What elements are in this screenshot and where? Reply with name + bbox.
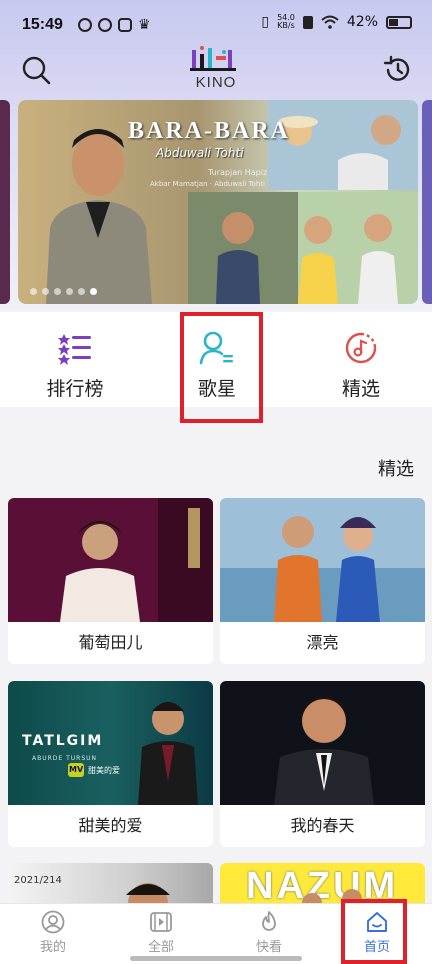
music-disc-icon <box>345 332 377 364</box>
tiktok-icon <box>118 18 132 32</box>
carousel-dot[interactable] <box>54 288 61 295</box>
carousel-dots[interactable] <box>30 288 97 295</box>
ranking-list-icon <box>58 334 91 365</box>
battery-icon <box>386 15 412 29</box>
nav-label: 我的 <box>39 940 66 955</box>
crown-icon: ♛ <box>138 17 151 33</box>
status-time: 15:49 <box>22 16 63 33</box>
battery-percent: 42% <box>346 14 378 30</box>
nav-quick-watch[interactable]: 快看 <box>234 910 304 955</box>
card-year: 2021/214 <box>14 875 62 886</box>
video-card[interactable]: 葡萄田儿 <box>8 498 213 664</box>
card-title: 我的春天 <box>290 816 355 835</box>
card-tag: 甜美的爱 <box>88 766 120 775</box>
vibrate-icon: ▯ <box>261 14 270 30</box>
profile-icon <box>41 910 65 934</box>
carousel-dot[interactable] <box>42 288 49 295</box>
card-title: 葡萄田儿 <box>78 633 143 652</box>
nav-label: 全部 <box>147 940 174 955</box>
card-thumbnail <box>8 498 213 622</box>
banner-carousel[interactable]: BARA-BARA Abduwali Tohti Turapjan Hapiz … <box>18 100 418 304</box>
highlight-box-home <box>341 899 407 964</box>
card-thumbnail: TATLGIM ABURDE TURSUN MV 甜美的爱 <box>8 681 213 805</box>
card-thumbnail <box>220 681 425 805</box>
app-notification-icon <box>98 18 112 32</box>
category-selected[interactable]: 精选 <box>316 330 406 401</box>
net-speed-unit: KB/s <box>277 21 295 30</box>
gesture-bar[interactable] <box>130 956 302 961</box>
status-bar: 15:49 ♛ ▯ 54.0 KB/s 42% <box>0 0 432 50</box>
banner-credit-2: Akbar Mamatjan · Abduwali Tohti <box>150 180 265 188</box>
banner-title: BARA-BARA <box>128 118 290 144</box>
flame-icon <box>262 911 276 931</box>
card-latin-title: TATLGIM <box>22 733 104 749</box>
banner-credit-1: Turapjan Hapiz <box>208 168 268 177</box>
card-artist-name: ABURDE TURSUN <box>32 755 98 762</box>
card-title: 甜美的爱 <box>78 816 143 835</box>
nav-label: 快看 <box>255 940 282 955</box>
video-icon <box>150 912 172 932</box>
category-label: 精选 <box>341 378 380 400</box>
carousel-dot[interactable] <box>66 288 73 295</box>
banner-singer-image <box>46 129 152 304</box>
nav-mine[interactable]: 我的 <box>18 910 88 955</box>
system-icons: ▯ 54.0 KB/s 42% <box>261 14 412 30</box>
category-ranking[interactable]: 排行榜 <box>30 330 120 401</box>
carousel-dot-active[interactable] <box>90 288 97 295</box>
net-speed: 54.0 KB/s <box>277 14 295 30</box>
highlight-box-singers <box>180 312 263 423</box>
logo-text: KINO <box>195 74 237 91</box>
history-icon[interactable] <box>382 54 414 86</box>
video-card[interactable]: 我的春天 <box>220 681 425 847</box>
banner-next-peek[interactable] <box>422 100 432 304</box>
search-icon[interactable] <box>20 54 52 86</box>
wechat-icon <box>78 18 92 32</box>
category-label: 排行榜 <box>46 378 104 400</box>
carousel-dot[interactable] <box>78 288 85 295</box>
notification-icons: ♛ <box>78 18 151 32</box>
sim-icon <box>302 15 313 29</box>
mv-badge: MV <box>69 765 84 774</box>
video-card[interactable]: 漂亮 <box>220 498 425 664</box>
app-logo: KINO <box>184 44 248 94</box>
card-thumbnail <box>220 498 425 622</box>
video-card[interactable]: TATLGIM ABURDE TURSUN MV 甜美的爱 甜美的爱 <box>8 681 213 847</box>
section-title: 精选 <box>378 459 414 480</box>
nav-all[interactable]: 全部 <box>126 910 196 955</box>
banner-artist: Abduwali Tohti <box>156 146 244 160</box>
banner-prev-peek[interactable] <box>0 100 10 304</box>
logo-glyph-icon <box>190 46 236 71</box>
card-title: 漂亮 <box>306 633 339 652</box>
carousel-dot[interactable] <box>30 288 37 295</box>
wifi-icon <box>321 15 339 29</box>
